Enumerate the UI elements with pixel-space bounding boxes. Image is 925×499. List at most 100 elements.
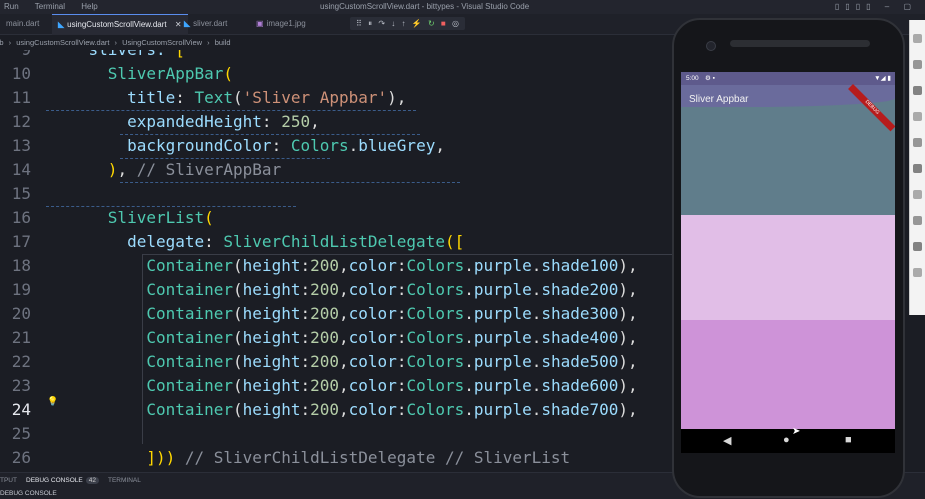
emulator-tool-icon[interactable]: [913, 60, 922, 69]
maximize-button[interactable]: ▢: [903, 2, 917, 11]
hot-reload-icon[interactable]: ⚡: [412, 19, 422, 28]
tab-using-custom-scroll-view[interactable]: ◣ usingCustomScrollView.dart ✕: [52, 14, 188, 35]
devtools-icon[interactable]: ◎: [452, 19, 459, 28]
code-line[interactable]: 17 delegate: SliverChildListDelegate([: [0, 230, 680, 254]
tab-image1[interactable]: ▣ image1.jpg: [250, 14, 312, 34]
pause-icon[interactable]: ⏸: [368, 19, 372, 28]
code-token: .: [531, 256, 542, 275]
restart-icon[interactable]: ↻: [428, 19, 435, 28]
code-token: .: [464, 256, 474, 275]
code-token: :: [300, 280, 311, 299]
menu-bar: Run Terminal Help: [4, 2, 112, 11]
emulator-tool-icon[interactable]: [913, 112, 922, 121]
code-editor[interactable]: 9 slivers: [10 SliverAppBar(11 title: Te…: [0, 50, 680, 472]
stop-icon[interactable]: ■: [441, 19, 446, 28]
code-token: shade200: [541, 280, 619, 299]
menu-terminal[interactable]: Terminal: [35, 2, 65, 11]
tab-output[interactable]: TPUT: [0, 477, 17, 484]
code-line[interactable]: 23 Container(height:200,color:Colors.pur…: [0, 374, 680, 398]
code-token: ,: [339, 256, 349, 275]
code-token: 'Sliver Appbar': [242, 88, 388, 107]
tab-label: DEBUG CONSOLE: [26, 477, 83, 484]
code-text: Container(height:200,color:Colors.purple…: [50, 374, 637, 398]
line-number: 13: [11, 136, 31, 155]
step-into-icon[interactable]: ↓: [391, 19, 395, 28]
code-text: delegate: SliverChildListDelegate([: [50, 230, 464, 254]
code-line[interactable]: 16 SliverList(: [0, 206, 680, 230]
breadcrumb-lib[interactable]: lib: [0, 38, 4, 47]
emulator-tool-icon[interactable]: [913, 86, 922, 95]
menu-help[interactable]: Help: [81, 2, 97, 11]
code-token: purple: [473, 328, 532, 347]
layout-icon[interactable]: ▯▯▯▯: [835, 2, 877, 11]
code-token: height: [242, 352, 301, 371]
code-line[interactable]: 12 expandedHeight: 250,: [0, 110, 680, 134]
phone-screen[interactable]: 5:00 ⚙ ▪ ▼◢ ▮ Sliver Appbar DEBUG: [681, 72, 895, 429]
code-token: // SliverAppBar: [136, 160, 282, 179]
status-time: 5:00: [686, 75, 699, 82]
code-line[interactable]: 22 Container(height:200,color:Colors.pur…: [0, 350, 680, 374]
tab-debug-console[interactable]: DEBUG CONSOLE 42: [26, 477, 99, 484]
code-line[interactable]: 14 ), // SliverAppBar: [0, 158, 680, 182]
emulator-tool-icon[interactable]: [913, 190, 922, 199]
emulator-tool-icon[interactable]: [913, 242, 922, 251]
camera-icon: [706, 41, 716, 51]
line-number: 12: [11, 112, 31, 131]
code-token: .: [464, 304, 474, 323]
code-token: .: [464, 376, 474, 395]
tab-main-dart[interactable]: main.dart: [0, 14, 45, 34]
code-line[interactable]: 11 title: Text('Sliver Appbar'),: [0, 86, 680, 110]
title-bar: Run Terminal Help usingCustomScrollView.…: [0, 0, 925, 14]
emulator-tool-icon[interactable]: [913, 34, 922, 43]
code-token: .: [464, 328, 474, 347]
code-line[interactable]: 15: [0, 182, 680, 206]
code-line[interactable]: 20 Container(height:200,color:Colors.pur…: [0, 302, 680, 326]
menu-run[interactable]: Run: [4, 2, 19, 11]
code-token: purple: [473, 304, 532, 323]
line-number: 14: [11, 160, 31, 179]
breadcrumb-file[interactable]: usingCustomScrollView.dart: [16, 38, 109, 47]
signal-battery-icon: ▼◢ ▮: [874, 75, 891, 82]
line-number: 17: [11, 232, 31, 251]
tab-sliver-dart[interactable]: ◣ sliver.dart: [178, 14, 233, 34]
home-icon[interactable]: ●: [783, 434, 790, 446]
emulator-tool-icon[interactable]: [913, 138, 922, 147]
breadcrumb-class[interactable]: UsingCustomScrollView: [122, 38, 202, 47]
code-token: 200: [310, 280, 340, 299]
status-icons: ⚙ ▪: [705, 75, 715, 82]
code-text: Container(height:200,color:Colors.purple…: [50, 326, 637, 350]
code-line[interactable]: 9 slivers: [: [0, 50, 680, 62]
lightbulb-icon[interactable]: 💡: [47, 396, 58, 407]
emulator-tool-icon[interactable]: [913, 268, 922, 277]
tab-terminal[interactable]: TERMINAL: [108, 477, 141, 484]
code-line[interactable]: 21 Container(height:200,color:Colors.pur…: [0, 326, 680, 350]
code-line[interactable]: 25: [0, 422, 680, 446]
code-token: ]): [50, 448, 166, 467]
code-token: ,: [310, 112, 320, 131]
code-line[interactable]: 26 ])) // SliverChildListDelegate // Sli…: [0, 446, 680, 470]
emulator-tool-icon[interactable]: [913, 164, 922, 173]
back-icon[interactable]: ◀: [723, 434, 731, 447]
code-token: 250: [281, 112, 311, 131]
code-token: color: [348, 280, 397, 299]
code-line[interactable]: 18 Container(height:200,color:Colors.pur…: [0, 254, 680, 278]
emulator-tool-icon[interactable]: [913, 216, 922, 225]
code-token: .: [531, 376, 542, 395]
code-line[interactable]: 19 Container(height:200,color:Colors.pur…: [0, 278, 680, 302]
line-number: 10: [11, 64, 31, 83]
minimize-button[interactable]: –: [885, 2, 895, 11]
code-line[interactable]: 10 SliverAppBar(: [0, 62, 680, 86]
tab-label: sliver.dart: [193, 19, 228, 28]
code-token: shade600: [541, 376, 619, 395]
drag-handle-icon[interactable]: ⠿: [356, 19, 362, 28]
code-token: color: [348, 304, 397, 323]
step-out-icon[interactable]: ↑: [402, 19, 406, 28]
step-over-icon[interactable]: ↷: [378, 19, 385, 28]
code-line[interactable]: 24 Container(height:200,color:Colors.pur…: [0, 398, 680, 422]
mouse-cursor-icon: ➤: [792, 426, 801, 437]
code-line[interactable]: 13 backgroundColor: Colors.blueGrey,: [0, 134, 680, 158]
recents-icon[interactable]: ■: [845, 434, 852, 446]
code-token: purple: [473, 400, 532, 419]
breadcrumb-method[interactable]: build: [215, 38, 231, 47]
indent-guide: [120, 158, 330, 159]
